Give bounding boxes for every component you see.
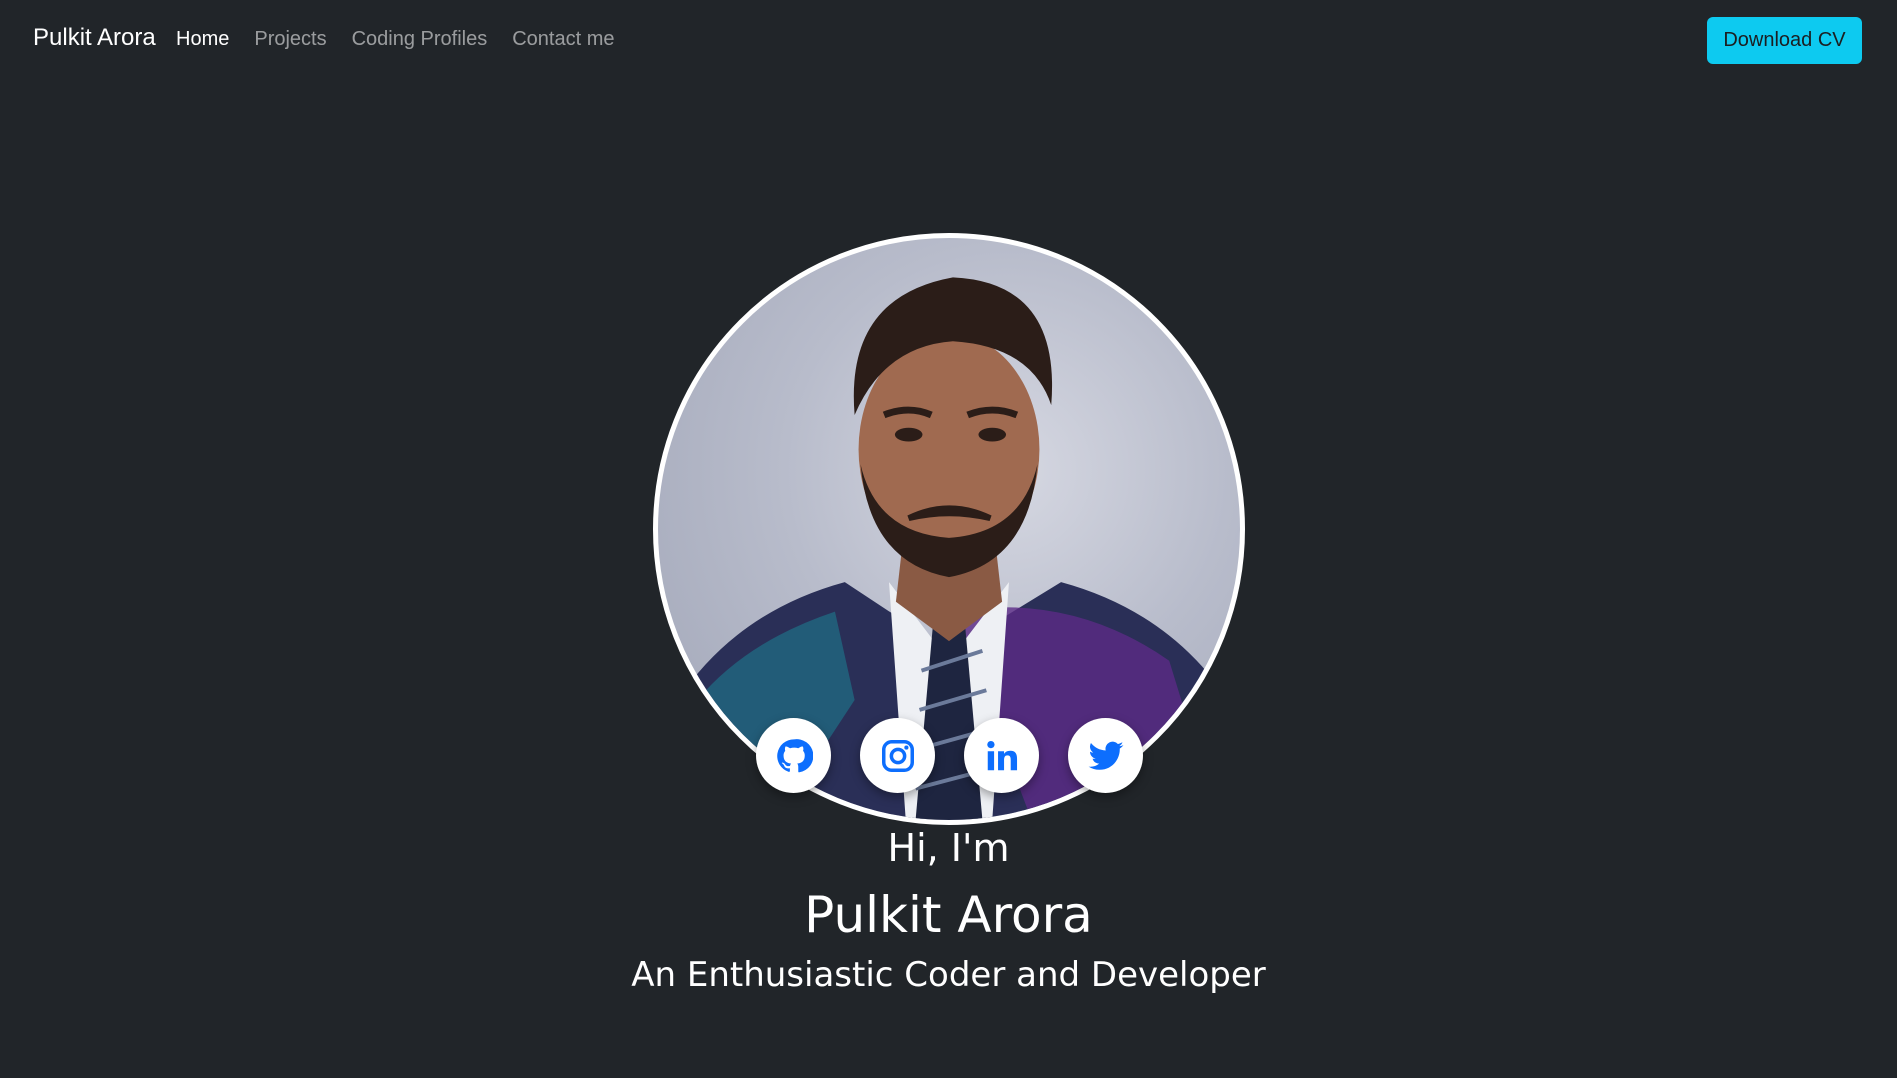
social-links — [756, 718, 1143, 793]
linkedin-button[interactable] — [964, 718, 1039, 793]
github-button[interactable] — [756, 718, 831, 793]
hero-tagline: An Enthusiastic Coder and Developer — [631, 955, 1266, 995]
greeting-text: Hi, I'm — [887, 826, 1010, 870]
hero-name: Pulkit Arora — [804, 886, 1093, 944]
github-icon — [776, 738, 813, 772]
linkedin-icon — [986, 740, 1017, 770]
twitter-button[interactable] — [1068, 718, 1143, 793]
instagram-icon — [881, 739, 914, 772]
instagram-button[interactable] — [860, 718, 935, 793]
twitter-icon — [1088, 741, 1123, 770]
hero-section: Hi, I'm Pulkit Arora An Enthusiastic Cod… — [0, 0, 1897, 1078]
